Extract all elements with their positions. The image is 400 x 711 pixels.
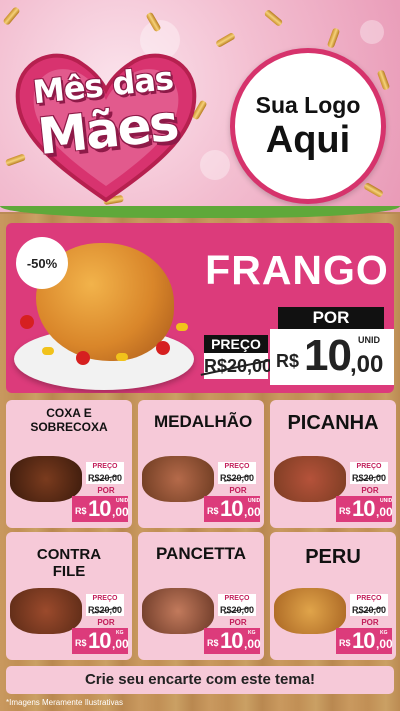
product-name: MEDALHÃO xyxy=(154,412,253,431)
por-label: POR xyxy=(97,618,115,627)
campaign-title: Mês das Mães xyxy=(14,57,197,166)
logo-placeholder: Sua Logo Aqui xyxy=(230,48,386,204)
product-card: PERU PREÇO R$20,00 POR R$ 10,00 KG xyxy=(270,532,396,660)
price-unit: KG xyxy=(248,630,256,636)
tomato-garnish xyxy=(20,315,34,329)
price-cents: ,00 xyxy=(350,351,384,378)
bokeh-light xyxy=(360,20,384,44)
new-price: R$ 10,00 KG xyxy=(72,628,129,654)
featured-old-price: R$20,00 xyxy=(204,353,272,379)
price-integer: 10 xyxy=(304,331,352,380)
featured-product-name: FRANGO xyxy=(205,247,389,293)
logo-line1: Sua Logo xyxy=(255,91,361,118)
product-card: COXA E SOBRECOXA PREÇO R$20,00 POR R$ 10,00 UN… xyxy=(6,400,132,528)
preco-label: PREÇO xyxy=(86,594,124,604)
currency-symbol: R$ xyxy=(75,506,87,516)
confetti xyxy=(376,69,391,91)
confetti xyxy=(363,181,384,199)
product-name: COXA E SOBRECOXA xyxy=(30,406,108,434)
featured-preco-label: PREÇO xyxy=(204,335,268,353)
price-integer: 10 xyxy=(220,496,244,521)
logo-line2: Aqui xyxy=(265,118,351,161)
new-price: R$ 10,00 UNID xyxy=(336,496,393,522)
price-unit: UNID xyxy=(248,498,261,504)
currency-symbol: R$ xyxy=(75,638,87,648)
price-unit: KG xyxy=(380,630,388,636)
currency-symbol: R$ xyxy=(207,506,219,516)
product-name: PANCETTA xyxy=(155,544,247,563)
por-label: POR xyxy=(229,486,247,495)
old-price: R$20,00 xyxy=(86,472,124,484)
price-integer: 10 xyxy=(352,496,376,521)
preco-label: PREÇO xyxy=(218,462,256,472)
new-price: R$ 10,00 KG xyxy=(204,628,261,654)
price-unit: UNID xyxy=(358,335,380,345)
discount-badge: -50% xyxy=(16,237,68,289)
price-cents: ,00 xyxy=(376,637,393,651)
product-card: MEDALHÃO PREÇO R$20,00 POR R$ 10,00 UNID xyxy=(138,400,264,528)
pepper-garnish xyxy=(42,347,54,355)
old-price: R$20,00 xyxy=(350,472,388,484)
price-unit: UNID xyxy=(380,498,393,504)
product-name: PICANHA xyxy=(287,412,379,434)
price-integer: 10 xyxy=(220,628,244,653)
new-price: R$ 10,00 UNID xyxy=(204,496,261,522)
featured-new-price: R$ 10 ,00 UNID xyxy=(270,329,394,385)
product-card: CONTRA FILE PREÇO R$20,00 POR R$ 10,00 KG xyxy=(6,532,132,660)
cta-banner[interactable]: Crie seu encarte com este tema! xyxy=(6,666,394,694)
product-card: PICANHA PREÇO R$20,00 POR R$ 10,00 UNID xyxy=(270,400,396,528)
preco-label: PREÇO xyxy=(350,462,388,472)
product-name: CONTRA FILE xyxy=(36,546,102,580)
price-cents: ,00 xyxy=(376,505,393,519)
currency-symbol: R$ xyxy=(339,506,351,516)
featured-product-card: -50% FRANGO PREÇO R$20,00 POR R$ 10 ,00 … xyxy=(6,223,394,393)
header-banner: Mês das Mães Sua Logo Aqui xyxy=(0,0,400,212)
preco-label: PREÇO xyxy=(350,594,388,604)
product-card: PANCETTA PREÇO R$20,00 POR R$ 10,00 KG xyxy=(138,532,264,660)
price-integer: 10 xyxy=(88,496,112,521)
pepper-garnish xyxy=(116,353,128,361)
old-price: R$20,00 xyxy=(218,604,256,616)
tomato-garnish xyxy=(156,341,170,355)
price-unit: KG xyxy=(116,630,124,636)
new-price: R$ 10,00 KG xyxy=(336,628,393,654)
price-cents: ,00 xyxy=(244,637,261,651)
price-cents: ,00 xyxy=(244,505,261,519)
disclaimer: *Imagens Meramente Ilustrativas xyxy=(6,698,123,707)
old-price-value: R$20,00 xyxy=(204,356,273,376)
por-label: POR xyxy=(361,618,379,627)
preco-label: PREÇO xyxy=(218,594,256,604)
tomato-garnish xyxy=(76,351,90,365)
currency-symbol: R$ xyxy=(276,351,300,371)
price-integer: 10 xyxy=(88,628,112,653)
old-price: R$20,00 xyxy=(350,604,388,616)
new-price: R$ 10,00 UNID xyxy=(72,496,129,522)
currency-symbol: R$ xyxy=(207,638,219,648)
pepper-garnish xyxy=(176,323,188,331)
confetti xyxy=(263,8,284,28)
confetti xyxy=(326,27,341,49)
price-cents: ,00 xyxy=(112,637,129,651)
featured-por-label: POR xyxy=(278,307,384,329)
old-price: R$20,00 xyxy=(86,604,124,616)
preco-label: PREÇO xyxy=(86,462,124,472)
bokeh-light xyxy=(200,150,230,180)
price-cents: ,00 xyxy=(112,505,129,519)
confetti xyxy=(2,6,21,26)
old-price: R$20,00 xyxy=(218,472,256,484)
confetti xyxy=(215,31,236,49)
por-label: POR xyxy=(361,486,379,495)
por-label: POR xyxy=(229,618,247,627)
price-integer: 10 xyxy=(352,628,376,653)
por-label: POR xyxy=(97,486,115,495)
price-unit: UNID xyxy=(116,498,129,504)
product-name: PERU xyxy=(305,546,361,568)
currency-symbol: R$ xyxy=(339,638,351,648)
